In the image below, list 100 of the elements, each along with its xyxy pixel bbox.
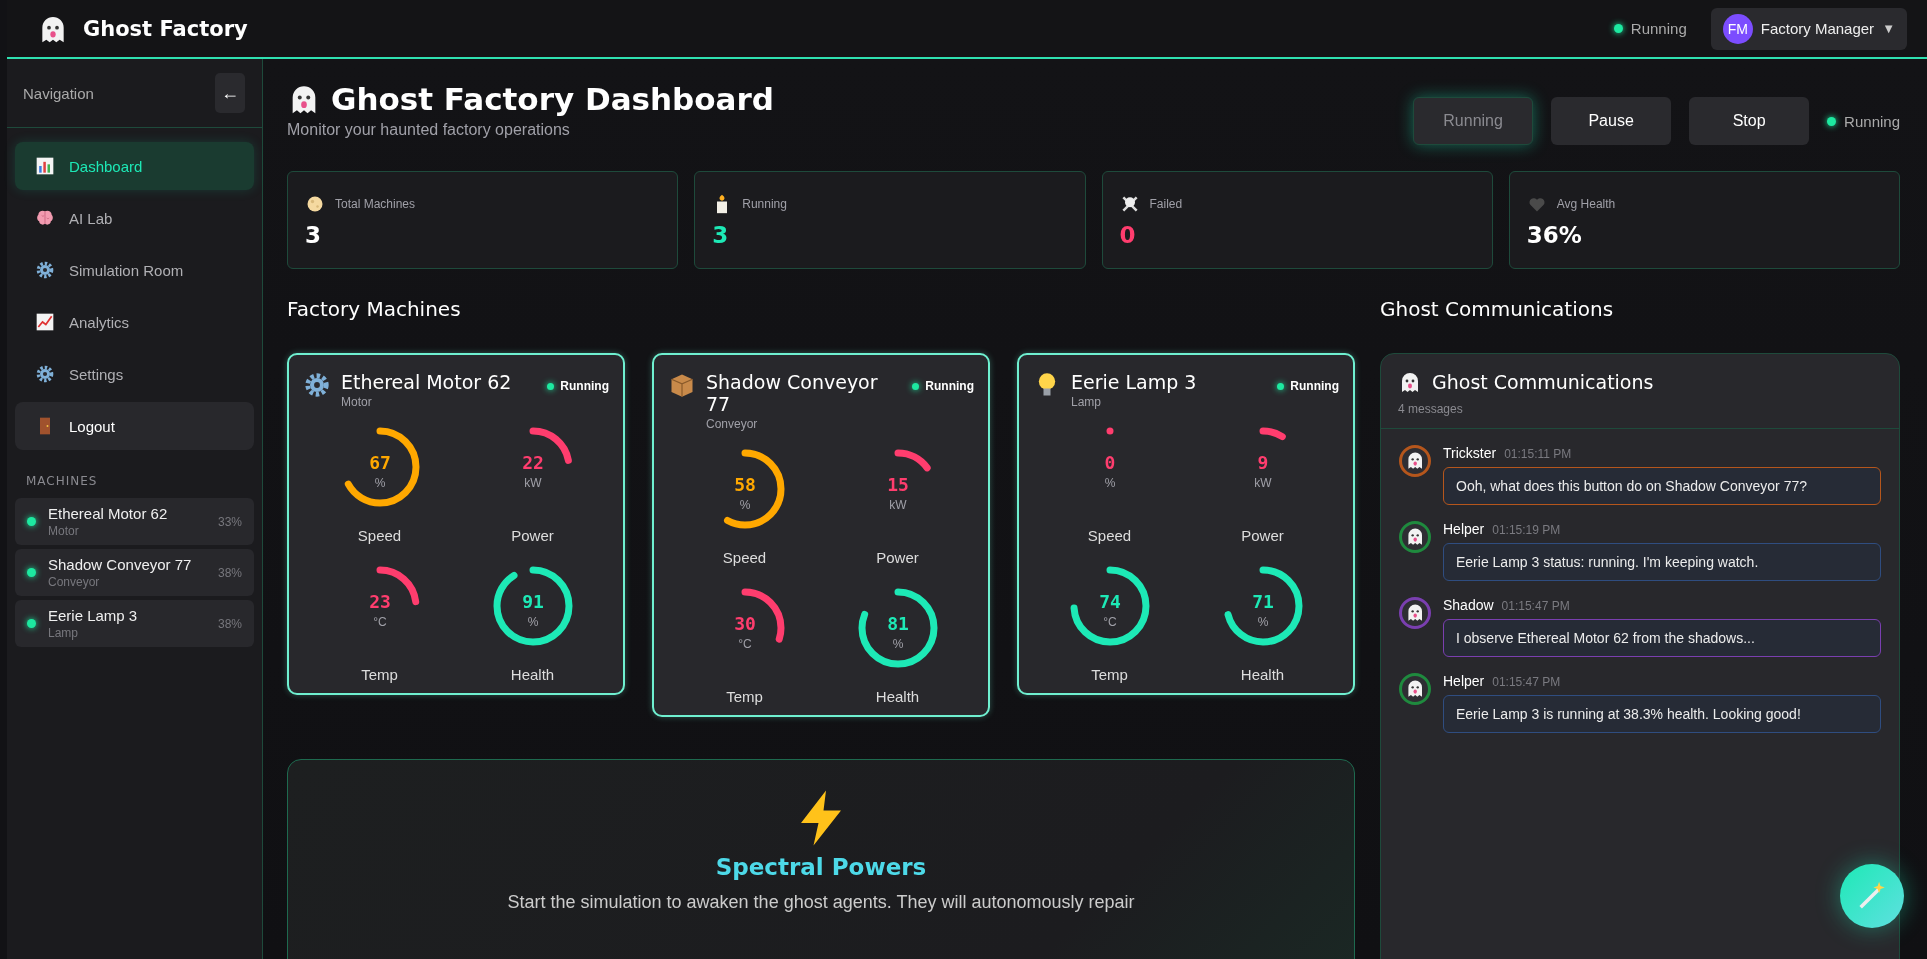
moon-icon	[305, 194, 325, 214]
health-percent: 33%	[217, 514, 242, 529]
stat-label: Total Machines	[335, 197, 416, 211]
stat-value: 36%	[1526, 222, 1583, 248]
machine-name: Shadow Conveyor 77	[706, 371, 879, 415]
health-percent: 38%	[217, 565, 242, 580]
machine-type: Lamp	[1071, 395, 1103, 409]
gear-icon	[35, 260, 55, 280]
sidebar-title: Navigation	[23, 84, 94, 102]
machine-type: Conveyor	[706, 417, 759, 431]
nav-item[interactable]: Logout	[15, 402, 254, 450]
status-dot	[547, 382, 555, 390]
stat-value: 0	[1119, 222, 1137, 248]
stat-value: 3	[305, 222, 322, 248]
status-dot	[912, 382, 920, 390]
nav-item[interactable]: Simulation Room	[15, 246, 254, 294]
stat-label: Running	[742, 197, 787, 211]
machine-list-item[interactable]: Ethereal Motor 62 Motor 33%	[15, 498, 254, 545]
message-author: Shadow	[1443, 597, 1494, 613]
message-author: Helper	[1443, 521, 1485, 537]
control-button[interactable]: Stop	[1689, 97, 1810, 145]
machine-type: Lamp	[48, 626, 80, 640]
gauge-unit: kW	[523, 476, 542, 490]
stat-value: 3	[712, 222, 730, 248]
page-subtitle: Monitor your haunted factory operations	[287, 121, 571, 139]
status-text: Running	[1844, 112, 1900, 130]
nav-item[interactable]: Analytics	[15, 298, 254, 346]
message-count: 4 messages	[1398, 402, 1464, 416]
message-author: Helper	[1443, 673, 1485, 689]
collapse-button[interactable]: ←	[215, 73, 245, 113]
panel-title: Spectral Powers	[715, 854, 927, 880]
gauge-value: 67	[368, 452, 391, 473]
status-dot	[1827, 116, 1837, 126]
gauge-unit: °C	[1102, 615, 1117, 629]
gauge-unit: %	[739, 498, 750, 512]
line-chart-icon	[35, 312, 55, 332]
user-menu[interactable]: FM Factory Manager ▼	[1710, 7, 1907, 50]
gauge-unit: kW	[888, 498, 907, 512]
control-button[interactable]: Running	[1413, 97, 1534, 145]
machine-name: Shadow Conveyor 77	[48, 556, 193, 573]
gauge-label: Health	[875, 688, 920, 705]
status-text: Running	[560, 379, 609, 393]
gauge-unit: kW	[1253, 476, 1272, 490]
section-title: Factory Machines	[287, 297, 462, 321]
gauge-label: Power	[1241, 527, 1284, 544]
message-time: 01:15:47 PM	[1492, 675, 1561, 689]
machine-list-item[interactable]: Shadow Conveyor 77 Conveyor 38%	[15, 549, 254, 596]
control-button[interactable]: Pause	[1551, 97, 1672, 145]
machine-type: Motor	[341, 395, 373, 409]
gauge-unit: °C	[372, 615, 387, 629]
stat-label: Failed	[1149, 197, 1183, 211]
gauge-value: 74	[1098, 591, 1121, 612]
gauge-label: Temp	[726, 688, 763, 705]
message-time: 01:15:19 PM	[1492, 523, 1561, 537]
gauge-label: Speed	[1087, 527, 1132, 544]
status-dot	[1277, 382, 1285, 390]
nav-item[interactable]: Dashboard	[15, 142, 254, 190]
caret-icon: ▼	[1882, 21, 1895, 36]
panel-title: Ghost Communications	[1432, 371, 1654, 393]
user-avatar: FM	[1722, 13, 1753, 44]
gauge-label: Power	[876, 549, 919, 566]
machine-type: Conveyor	[48, 575, 101, 589]
page-title: Ghost Factory Dashboard	[331, 81, 774, 117]
status-text: Running	[925, 379, 974, 393]
machine-name: Ethereal Motor 62	[341, 371, 513, 393]
message-bubble: I observe Ethereal Motor 62 from the shadows...	[1443, 619, 1881, 657]
gauge-label: Health	[510, 666, 555, 683]
health-percent: 38%	[217, 616, 242, 631]
message-bubble: Ooh, what does this button do on Shadow Conveyor 77?	[1443, 467, 1881, 505]
section-heading: MACHINES	[25, 473, 99, 490]
machine-name: Eerie Lamp 3	[1071, 371, 1198, 393]
app-title: Ghost Factory	[83, 16, 248, 41]
gauge-value: 23	[368, 591, 391, 612]
message-bubble: Eerie Lamp 3 status: running. I'm keeping watch.	[1443, 543, 1881, 581]
gauge-label: Speed	[357, 527, 402, 544]
gauge-unit: %	[1257, 615, 1268, 629]
nav-item[interactable]: Settings	[15, 350, 254, 398]
machine-type: Motor	[48, 524, 80, 538]
section-title: Ghost Communications	[1380, 297, 1615, 321]
message-author: Trickster	[1443, 445, 1497, 461]
gauge-value: 71	[1251, 591, 1274, 612]
gauge-unit: %	[374, 476, 385, 490]
gear-icon	[35, 364, 55, 384]
gauge-label: Health	[1240, 666, 1285, 683]
stat-label: Avg Health	[1556, 197, 1616, 211]
gauge-unit: %	[892, 637, 903, 651]
gauge-label: Temp	[361, 666, 398, 683]
gauge-value: 22	[521, 452, 544, 473]
gear-icon	[303, 371, 331, 399]
message-bubble: Eerie Lamp 3 is running at 38.3% health. Looking good!	[1443, 695, 1881, 733]
machine-name: Eerie Lamp 3	[48, 607, 139, 624]
gauge-label: Speed	[722, 549, 767, 566]
panel-text: Start the simulation to awaken the ghost agents. They will autonomously repair	[507, 892, 1135, 913]
gauge-value: 15	[886, 474, 909, 495]
gauge-unit: °C	[737, 637, 752, 651]
nav-item[interactable]: AI Lab	[15, 194, 254, 242]
status-text: Running	[1630, 20, 1687, 37]
status-text: Running	[1290, 379, 1339, 393]
machine-list-item[interactable]: Eerie Lamp 3 Lamp 38%	[15, 600, 254, 647]
gauge-unit: %	[1104, 476, 1115, 490]
